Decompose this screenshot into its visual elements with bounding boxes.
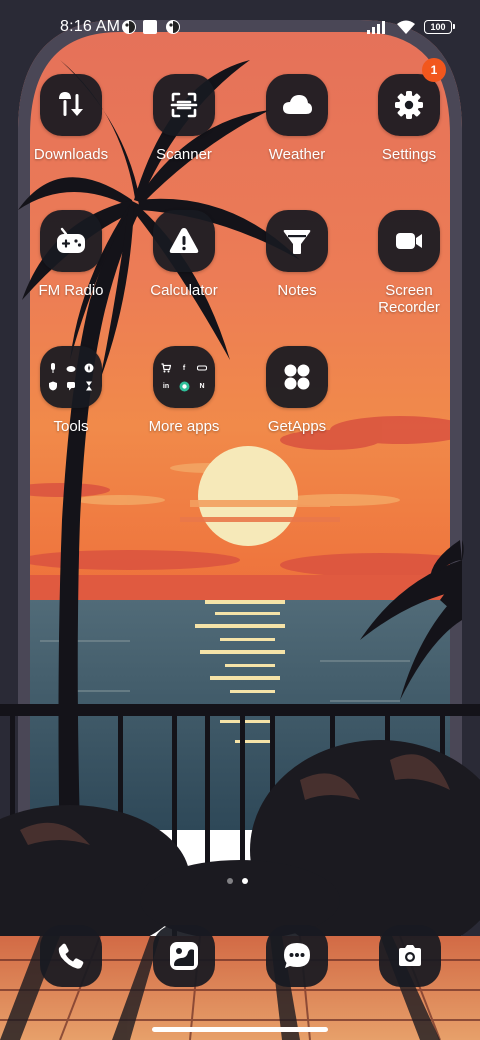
phone-icon (58, 943, 84, 969)
gear-icon: 1 (378, 58, 446, 136)
folder-preview (47, 362, 95, 392)
status-right: 100 (366, 16, 455, 38)
page-indicator[interactable] (227, 878, 248, 884)
page-dot[interactable] (227, 878, 233, 884)
app-weather[interactable]: Weather (241, 74, 353, 163)
dock-phone[interactable] (40, 925, 102, 987)
notification-app-icon-2 (166, 20, 180, 34)
radio-icon (40, 210, 102, 272)
notes-icon (266, 210, 328, 272)
signal-icon (367, 21, 385, 34)
app-downloads[interactable]: Downloads (15, 74, 127, 163)
folder-more-apps[interactable]: f in N More apps (128, 346, 240, 435)
app-label: Scanner (156, 146, 212, 163)
app-label: More apps (148, 418, 220, 435)
getapps-icon (266, 346, 328, 408)
folder-tools[interactable]: Tools (15, 346, 127, 435)
app-fm-radio[interactable]: FM Radio (15, 210, 127, 299)
app-label: Downloads (33, 146, 109, 163)
mini-cloud-icon (65, 362, 77, 374)
mini-compass-icon (83, 362, 95, 374)
app-label: GetApps (267, 418, 327, 435)
mini-shield-icon (47, 380, 59, 392)
app-getapps[interactable]: GetApps (241, 346, 353, 435)
camera-icon (399, 945, 421, 966)
home-indicator[interactable] (152, 1027, 328, 1032)
folder-icon: f in N (153, 346, 215, 408)
mini-feedback-icon (65, 380, 77, 392)
weather-cloud-icon (266, 74, 328, 136)
notification-app-icon (122, 20, 136, 34)
app-label: Screen Recorder (378, 282, 440, 316)
dock-gallery[interactable] (153, 925, 215, 987)
mini-dock-icon (196, 362, 208, 374)
app-calculator[interactable]: Calculator (128, 210, 240, 299)
battery-level: 100 (430, 22, 446, 32)
mini-facebook-icon: f (182, 364, 186, 372)
downloads-icon (40, 74, 102, 136)
messages-icon (284, 943, 310, 968)
folder-preview: f in N (160, 362, 208, 392)
mini-netflix-icon: N (199, 382, 205, 390)
mini-linkedin-icon: in (162, 382, 170, 390)
mini-cart-icon (160, 362, 172, 374)
app-label: Weather (268, 146, 326, 163)
app-label: Notes (277, 282, 317, 299)
wifi-icon (397, 20, 415, 34)
calculator-icon (153, 210, 215, 272)
folder-icon (40, 346, 102, 408)
app-label: Tools (53, 418, 89, 435)
app-label-line1: Screen (385, 282, 433, 299)
app-label-line2: Recorder (378, 299, 440, 316)
home-screen: 8:16 AM 100 Downloads Scanner Weather 1 … (0, 0, 480, 1040)
status-time: 8:16 AM (60, 18, 121, 35)
dock-messages[interactable] (266, 925, 328, 987)
app-scanner[interactable]: Scanner (128, 74, 240, 163)
status-bar: 8:16 AM 100 (0, 0, 480, 56)
battery-icon: 100 (424, 20, 455, 34)
mini-mic-icon (47, 362, 59, 374)
scanner-icon (153, 74, 215, 136)
app-settings[interactable]: 1 Settings (353, 58, 465, 163)
notification-square-icon (143, 20, 157, 34)
dock-camera[interactable] (379, 925, 441, 987)
app-label: Calculator (150, 282, 218, 299)
app-label: Settings (381, 146, 437, 163)
page-dot-active[interactable] (242, 878, 248, 884)
mini-color-app-icon (178, 380, 190, 392)
app-screen-recorder[interactable]: Screen Recorder (353, 210, 465, 316)
app-label: FM Radio (38, 282, 104, 299)
app-notes[interactable]: Notes (241, 210, 353, 299)
gallery-icon (170, 942, 198, 970)
screen-recorder-icon (378, 210, 440, 272)
mini-hourglass-icon (83, 380, 95, 392)
notification-badge: 1 (422, 58, 446, 82)
